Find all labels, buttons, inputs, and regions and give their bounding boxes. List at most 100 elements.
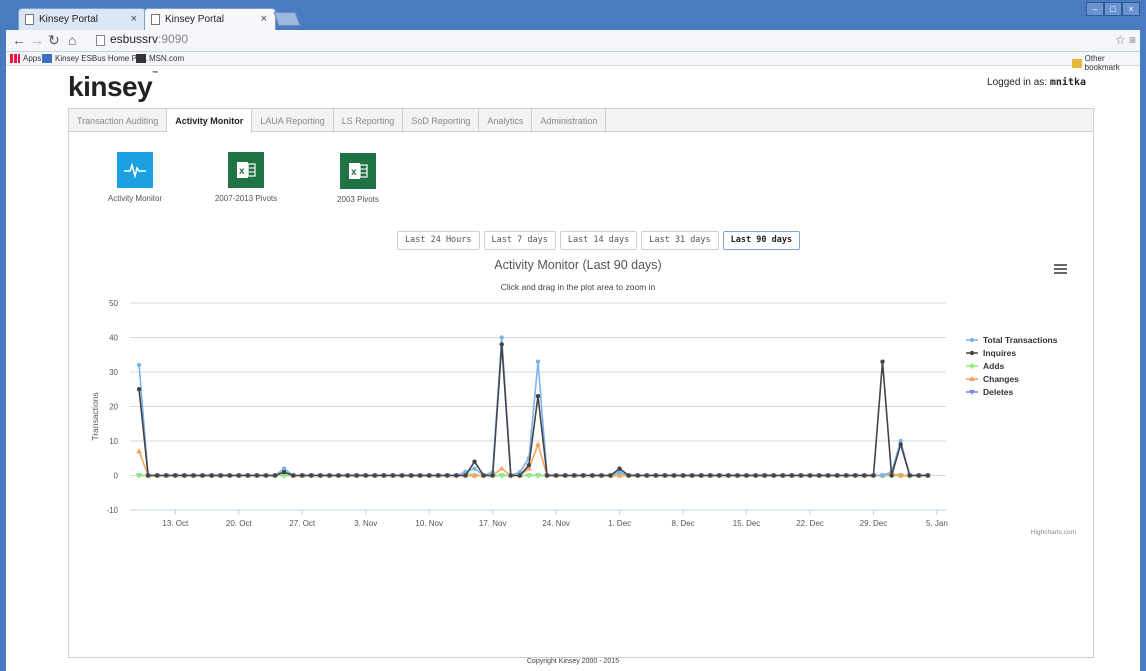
range-button-31-days[interactable]: Last 31 days [641,231,719,250]
close-tab-icon[interactable]: × [131,13,137,25]
data-point [372,473,377,478]
tab-ls-reporting[interactable]: LS Reporting [334,109,404,132]
data-point [345,473,350,478]
maximize-icon[interactable]: □ [1104,2,1122,16]
tile-activity-monitor[interactable]: Activity Monitor [100,152,170,203]
tile-label: 2003 Pivots [337,195,379,204]
data-point [753,473,758,478]
data-point [807,473,813,478]
data-point [699,473,704,478]
y-tick-label: 20 [109,403,118,412]
data-point [635,473,640,478]
range-button-90-days[interactable]: Last 90 days [722,231,801,250]
tab-analytics[interactable]: Analytics [479,109,533,132]
excel-icon: x [228,152,264,188]
bookmark-other[interactable]: Other bookmark [1072,54,1140,72]
activity-chart[interactable]: Activity Monitor (Last 90 days) Click and… [80,255,1080,545]
tab-administration[interactable]: Administration [532,109,607,132]
home-icon[interactable]: ⌂ [68,32,76,48]
legend-item: Adds [983,361,1005,371]
data-point [735,473,740,478]
page-icon [96,35,105,46]
legend-item: Deletes [983,387,1014,397]
data-point [717,473,722,478]
legend-item: Changes [983,374,1019,384]
page-icon [151,14,160,25]
y-tick-label: 10 [109,437,118,446]
data-point [490,473,495,478]
tab-sod-reporting[interactable]: SoD Reporting [403,109,480,132]
star-icon[interactable]: ☆ ≡ [1115,33,1136,47]
bookmark-esb[interactable]: Kinsey ESBus Home Pa... [42,54,148,63]
close-window-icon[interactable]: × [1122,2,1140,16]
y-tick-label: -10 [106,506,118,515]
data-point [653,473,659,478]
range-button-7-days[interactable]: Last 7 days [483,231,556,250]
data-point [236,473,241,478]
legend-item: Inquires [983,348,1016,358]
x-tick-label: 24. Nov [542,519,570,528]
url-host: esbussrv [110,32,159,46]
x-tick-label: 8. Dec [672,519,695,528]
data-point [789,473,795,478]
address-bar[interactable]: esbussrv:9090 [96,32,1096,50]
msn-icon [136,54,146,63]
reload-icon[interactable]: ↻ [48,32,60,49]
chart-subtitle: Click and drag in the plot area to zoom … [501,282,656,292]
login-prefix: Logged in as: [987,77,1048,88]
bookmark-msn[interactable]: MSN.com [136,54,184,63]
bookmark-apps[interactable]: Apps [10,54,41,63]
tab-transaction-auditing[interactable]: Transaction Auditing [69,109,168,132]
apps-icon [10,54,20,63]
close-tab-icon[interactable]: × [261,13,267,25]
data-point [590,473,595,478]
data-point [136,472,143,479]
data-point [644,473,649,478]
data-point [689,473,695,478]
data-point [145,473,151,478]
activity-pulse-icon [117,152,153,188]
minimize-icon[interactable]: – [1086,2,1104,16]
data-point [880,359,885,364]
data-point [499,335,504,340]
x-tick-label: 15. Dec [733,519,761,528]
browser-tab-2[interactable]: Kinsey Portal × [144,8,276,30]
data-point [354,473,359,478]
url-port: :9090 [158,32,189,46]
data-point [363,473,368,478]
data-point [853,473,858,478]
forward-arrow-icon[interactable]: → [30,32,44,48]
data-point [327,473,332,478]
data-point [472,466,477,471]
tile-pivots-2003[interactable]: x 2003 Pivots [320,153,396,204]
x-tick-label: 20. Oct [226,519,253,528]
data-point [762,473,767,478]
range-button-24-hours[interactable]: Last 24 Hours [397,231,480,250]
browser-tab-1[interactable]: Kinsey Portal × [18,8,146,30]
data-point [263,473,269,478]
data-point [417,473,423,478]
range-button-14-days[interactable]: Last 14 days [559,231,638,250]
data-point [254,473,260,478]
data-point [798,473,804,478]
chart-title: Activity Monitor (Last 90 days) [494,258,661,272]
login-status: Logged in as: mnitka [987,77,1086,88]
x-tick-label: 5. Jan [926,519,948,528]
bookmarks-bar: Apps Kinsey ESBus Home Pa... MSN.com Oth… [6,52,1140,72]
back-arrow-icon[interactable]: ← [12,32,26,48]
data-point [463,473,468,478]
data-point [517,473,523,478]
tab-activity-monitor[interactable]: Activity Monitor [167,109,253,133]
page-icon [25,14,34,25]
data-point [390,473,396,478]
kinsey-logo: kinsey™ [68,71,158,102]
tile-pivots-2007-2013[interactable]: x 2007-2013 Pivots [196,152,296,203]
tab-laua-reporting[interactable]: LAUA Reporting [252,109,334,132]
new-tab-button[interactable] [273,12,301,26]
data-point [218,473,223,478]
copyright: Copyright Kinsey 2000 - 2015 [526,658,620,665]
data-point [272,473,278,478]
title-bar: Kinsey Portal × Kinsey Portal × – □ × [6,0,1140,30]
data-point [553,473,559,478]
data-point [599,473,604,478]
